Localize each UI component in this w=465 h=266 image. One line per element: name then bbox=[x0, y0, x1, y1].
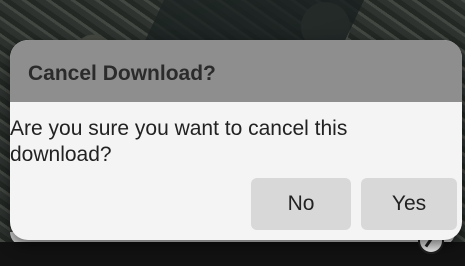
dialog-title: Cancel Download? bbox=[28, 62, 216, 85]
no-button[interactable]: No bbox=[251, 178, 351, 230]
yes-button[interactable]: Yes bbox=[361, 178, 457, 230]
cancel-download-dialog: Cancel Download? Are you sure you want t… bbox=[10, 40, 462, 240]
dialog-title-bar: Cancel Download? bbox=[10, 40, 462, 102]
bottom-bar bbox=[0, 242, 465, 266]
dialog-message: Are you sure you want to cancel this dow… bbox=[10, 117, 348, 166]
app-screen: Cancel Download? Are you sure you want t… bbox=[0, 0, 465, 266]
